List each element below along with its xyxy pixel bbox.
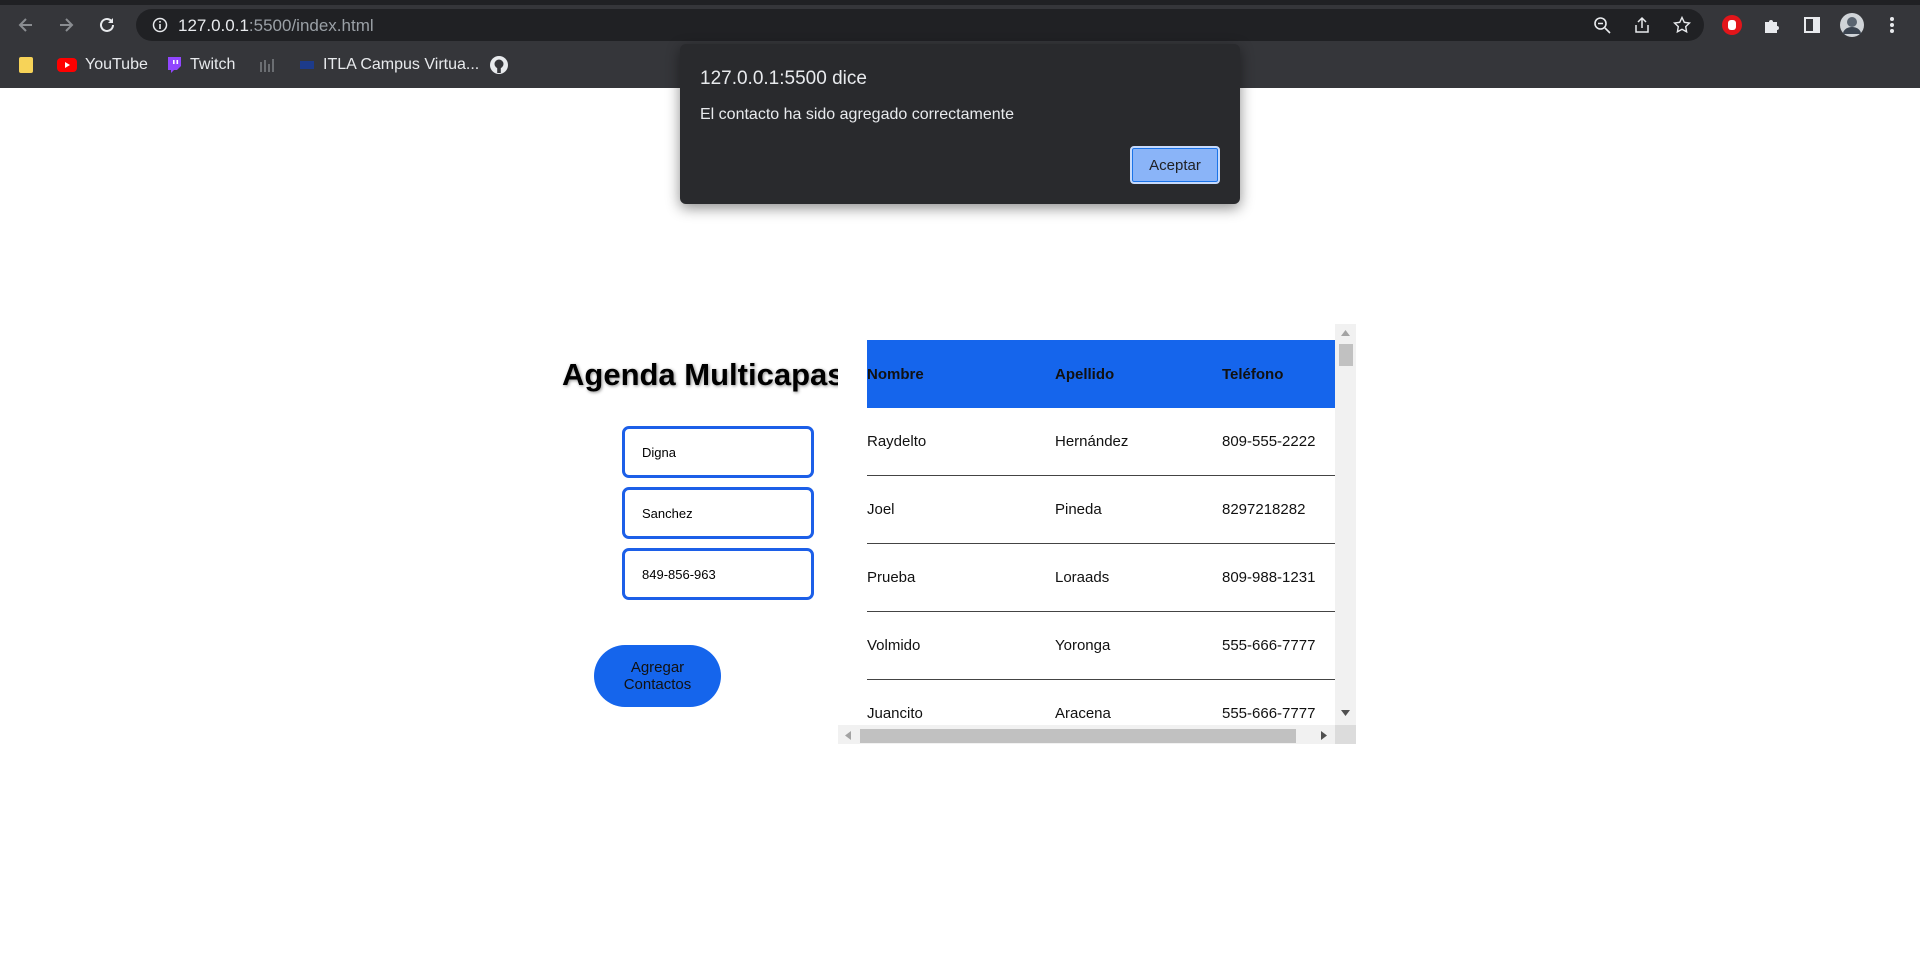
cell-nombre: Juancito <box>867 705 923 722</box>
share-icon[interactable] <box>1630 13 1654 37</box>
reload-icon <box>100 17 114 32</box>
table-row: Prueba Loraads 809-988-1231 <box>867 544 1335 612</box>
zoom-icon[interactable] <box>1590 13 1614 37</box>
forward-button[interactable] <box>52 11 80 39</box>
vertical-scrollbar[interactable] <box>1335 324 1356 728</box>
arrow-left-icon <box>18 18 32 32</box>
cell-apellido: Aracena <box>1055 705 1111 722</box>
info-icon[interactable] <box>148 13 172 37</box>
reload-button[interactable] <box>93 11 121 39</box>
side-panel-icon[interactable] <box>1798 11 1826 39</box>
bookmark-label: ITLA Campus Virtua... <box>323 56 480 73</box>
arrow-right-icon <box>60 18 74 32</box>
accept-button[interactable]: Aceptar <box>1130 146 1220 184</box>
page-title: Agenda Multicapas <box>562 357 845 392</box>
header-apellido: Apellido <box>1055 365 1115 383</box>
back-button[interactable] <box>12 11 40 39</box>
contacts-table-container[interactable]: Nombre Apellido Teléfono Raydelto Hernán… <box>838 324 1356 744</box>
cell-telefono: 8297218282 <box>1222 501 1306 518</box>
extensions-puzzle-icon[interactable] <box>1758 11 1786 39</box>
twitch-icon <box>168 57 181 73</box>
bookmark-folder[interactable] <box>18 53 42 77</box>
bookmark-github[interactable] <box>489 53 517 77</box>
bookmark-unnamed[interactable] <box>259 53 285 77</box>
table-row: Raydelto Hernández 809-555-2222 <box>867 408 1335 476</box>
scrollbar-corner <box>1335 725 1356 744</box>
url-text: 127.0.0.1:5500/index.html <box>178 16 374 36</box>
cell-telefono: 555-666-7777 <box>1222 637 1316 654</box>
bars-icon <box>260 59 274 72</box>
browser-toolbar: 127.0.0.1:5500/index.html <box>0 5 1920 45</box>
dialog-message: El contacto ha sido agregado correctamen… <box>700 106 1014 123</box>
horizontal-scrollbar[interactable] <box>838 725 1335 744</box>
cell-telefono: 555-666-7777 <box>1222 705 1316 722</box>
menu-kebab-icon[interactable] <box>1878 11 1906 39</box>
cell-apellido: Loraads <box>1055 569 1110 586</box>
add-contact-button[interactable]: Agregar Contactos <box>594 645 721 707</box>
header-telefono: Teléfono <box>1222 365 1284 383</box>
cell-apellido: Yoronga <box>1055 637 1111 654</box>
nombre-input[interactable] <box>625 429 811 475</box>
table-row: Joel Pineda 8297218282 <box>867 476 1335 544</box>
address-bar[interactable]: 127.0.0.1:5500/index.html <box>136 9 1704 41</box>
cell-nombre: Raydelto <box>867 433 927 450</box>
telefono-input[interactable] <box>625 551 811 597</box>
url-host: 127.0.0.1 <box>178 16 249 35</box>
contacts-table: Nombre Apellido Teléfono Raydelto Hernán… <box>867 340 1335 744</box>
scroll-up-arrow-icon[interactable] <box>1341 330 1350 336</box>
table-row: Volmido Yoronga 555-666-7777 <box>867 612 1335 680</box>
telefono-field[interactable] <box>622 548 814 600</box>
dialog-title: 127.0.0.1:5500 dice <box>700 68 867 89</box>
vertical-scroll-thumb[interactable] <box>1339 344 1353 366</box>
itla-icon <box>300 61 314 69</box>
url-path: :5500/index.html <box>248 16 374 35</box>
scroll-left-arrow-icon[interactable] <box>845 731 851 740</box>
cell-nombre: Prueba <box>867 569 916 586</box>
cell-telefono: 809-988-1231 <box>1222 569 1316 586</box>
cell-nombre: Volmido <box>867 637 921 654</box>
bookmark-label: YouTube <box>85 56 148 73</box>
bookmark-twitch[interactable]: Twitch <box>166 53 235 77</box>
profile-avatar[interactable] <box>1838 11 1866 39</box>
cell-telefono: 809-555-2222 <box>1222 433 1316 450</box>
folder-icon <box>19 57 33 73</box>
bookmark-itla[interactable]: ITLA Campus Virtua... <box>299 53 479 77</box>
bookmark-label: Twitch <box>190 56 236 73</box>
youtube-icon <box>57 58 77 72</box>
nombre-field[interactable] <box>622 426 814 478</box>
github-icon <box>490 56 508 74</box>
star-icon[interactable] <box>1670 13 1694 37</box>
scroll-right-arrow-icon[interactable] <box>1321 731 1327 740</box>
extension-stop-icon[interactable] <box>1718 11 1746 39</box>
add-contact-label: Agregar Contactos <box>623 659 692 693</box>
bookmark-youtube[interactable]: YouTube <box>57 53 148 77</box>
alert-dialog: 127.0.0.1:5500 dice El contacto ha sido … <box>680 44 1240 204</box>
table-header: Nombre Apellido Teléfono <box>867 340 1335 408</box>
horizontal-scroll-thumb[interactable] <box>860 729 1296 743</box>
cell-apellido: Hernández <box>1055 433 1129 450</box>
apellido-input[interactable] <box>625 490 811 536</box>
cell-apellido: Pineda <box>1055 501 1102 518</box>
header-nombre: Nombre <box>867 365 924 383</box>
cell-nombre: Joel <box>867 501 895 518</box>
apellido-field[interactable] <box>622 487 814 539</box>
scroll-down-arrow-icon[interactable] <box>1341 710 1350 716</box>
